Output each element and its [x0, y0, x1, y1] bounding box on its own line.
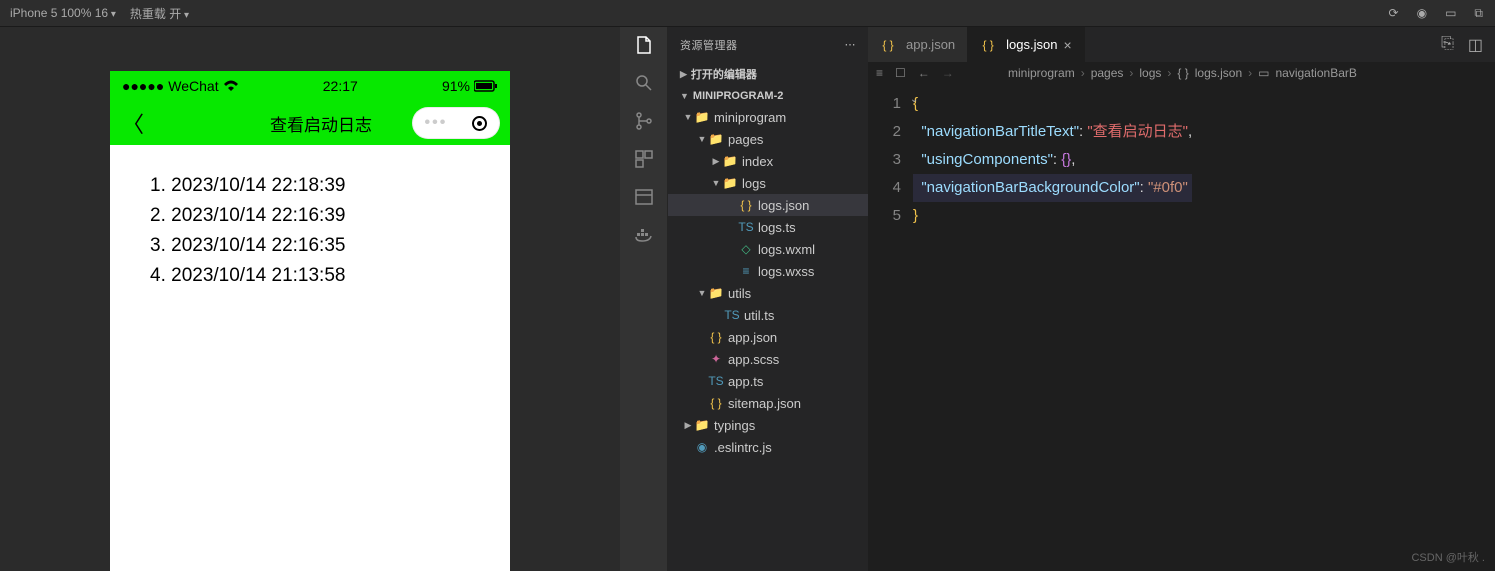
list-icon[interactable]: ≡	[876, 66, 883, 80]
hot-reload-toggle[interactable]: 热重载 开	[130, 5, 189, 22]
folder-index[interactable]: ▶📁index	[668, 150, 868, 172]
log-row: 2. 2023/10/14 22:16:39	[150, 205, 470, 227]
breadcrumb[interactable]: ≡ ☐ ← → miniprogram› pages› logs› { }log…	[868, 62, 1495, 84]
folder-miniprogram[interactable]: ▼📁miniprogram	[668, 106, 868, 128]
docker-icon[interactable]	[634, 225, 654, 245]
signal-icon: ●●●●●	[122, 78, 164, 94]
battery-icon	[474, 80, 498, 92]
folder-typings[interactable]: ▶📁typings	[668, 414, 868, 436]
source-control-icon[interactable]	[634, 111, 654, 131]
tab-logs-json[interactable]: { } logs.json ×	[968, 27, 1085, 62]
file-logs-wxss[interactable]: ≡logs.wxss	[668, 260, 868, 282]
file-tree: ▼📁miniprogram ▼📁pages ▶📁index ▼📁logs { }…	[668, 106, 868, 458]
phone-nav-bar: 〈 查看启动日志 •••	[110, 101, 510, 145]
explorer-icon[interactable]	[634, 35, 654, 55]
capsule-close-icon[interactable]	[472, 116, 487, 131]
file-logs-ts[interactable]: TSlogs.ts	[668, 216, 868, 238]
file-util-ts[interactable]: TSutil.ts	[668, 304, 868, 326]
watermark: CSDN @叶秋 .	[1411, 549, 1485, 565]
explorer-panel: 资源管理器 ⋯ ▶打开的编辑器 ▼MINIPROGRAM-2 ▼📁minipro…	[668, 27, 868, 571]
status-time: 22:17	[239, 78, 442, 94]
tab-app-json[interactable]: { } app.json	[868, 27, 968, 62]
explorer-more-icon[interactable]: ⋯	[845, 38, 857, 51]
log-row: 4. 2023/10/14 21:13:58	[150, 265, 470, 287]
capsule-menu[interactable]: •••	[412, 107, 500, 139]
search-icon[interactable]	[634, 73, 654, 93]
refresh-icon[interactable]: ⟳	[1389, 6, 1399, 20]
nav-back-icon[interactable]: ←	[918, 66, 930, 80]
folder-logs[interactable]: ▼📁logs	[668, 172, 868, 194]
folder-utils[interactable]: ▼📁utils	[668, 282, 868, 304]
nav-forward-icon[interactable]: →	[942, 66, 954, 80]
file-logs-json[interactable]: { }logs.json	[668, 194, 868, 216]
phone-frame: ●●●●● WeChat 22:17 91% 〈 查看启动日志	[110, 71, 510, 571]
editor-tabs: { } app.json { } logs.json × ⎘ ◫	[868, 27, 1495, 62]
editor-pane: { } app.json { } logs.json × ⎘ ◫ ≡ ☐ ← →…	[868, 27, 1495, 571]
stop-icon[interactable]: ◉	[1417, 6, 1427, 20]
file-app-ts[interactable]: TSapp.ts	[668, 370, 868, 392]
device-selector[interactable]: iPhone 5 100% 16	[10, 6, 116, 20]
file-sitemap-json[interactable]: { }sitemap.json	[668, 392, 868, 414]
log-row: 3. 2023/10/14 22:16:35	[150, 235, 470, 257]
new-file-icon[interactable]: ⎘	[1441, 35, 1454, 55]
line-gutter: 1 2 3 4 5 ⌄	[868, 84, 913, 571]
file-app-json[interactable]: { }app.json	[668, 326, 868, 348]
carrier-name: WeChat	[168, 78, 218, 94]
file-logs-wxml[interactable]: ◇logs.wxml	[668, 238, 868, 260]
log-row: 1. 2023/10/14 22:18:39	[150, 175, 470, 197]
menu-dots-icon[interactable]: •••	[425, 114, 448, 132]
open-editors-section[interactable]: ▶打开的编辑器	[668, 62, 868, 86]
simulator-pane: ●●●●● WeChat 22:17 91% 〈 查看启动日志	[0, 27, 620, 571]
battery-pct: 91%	[442, 78, 470, 94]
extensions-icon[interactable]	[634, 149, 654, 169]
bookmark-icon[interactable]: ☐	[895, 66, 906, 80]
folder-pages[interactable]: ▼📁pages	[668, 128, 868, 150]
file-app-scss[interactable]: ✦app.scss	[668, 348, 868, 370]
close-tab-icon[interactable]: ×	[1063, 37, 1071, 53]
file-eslintrc[interactable]: ◉.eslintrc.js	[668, 436, 868, 458]
wifi-icon	[223, 80, 239, 92]
popout-icon[interactable]: ⧉	[1474, 6, 1483, 21]
device-icon[interactable]: ▭	[1445, 6, 1456, 20]
split-editor-icon[interactable]: ◫	[1468, 35, 1483, 55]
logs-content: 1. 2023/10/14 22:18:39 2. 2023/10/14 22:…	[110, 145, 510, 571]
json-icon: { }	[880, 38, 896, 52]
project-section[interactable]: ▼MINIPROGRAM-2	[668, 86, 868, 106]
phone-status-bar: ●●●●● WeChat 22:17 91%	[110, 71, 510, 101]
explorer-title: 资源管理器	[680, 37, 738, 53]
layout-icon[interactable]	[634, 187, 654, 207]
json-icon: { }	[980, 38, 996, 52]
fold-icon[interactable]: ⌄	[910, 94, 918, 105]
simulator-topbar: iPhone 5 100% 16 热重载 开 ⟳ ◉ ▭ ⧉	[0, 0, 1495, 27]
activity-bar	[620, 27, 668, 571]
code-editor[interactable]: 1 2 3 4 5 ⌄ { "navigationBarTitleText": …	[868, 84, 1495, 571]
back-icon[interactable]: 〈	[122, 107, 144, 139]
